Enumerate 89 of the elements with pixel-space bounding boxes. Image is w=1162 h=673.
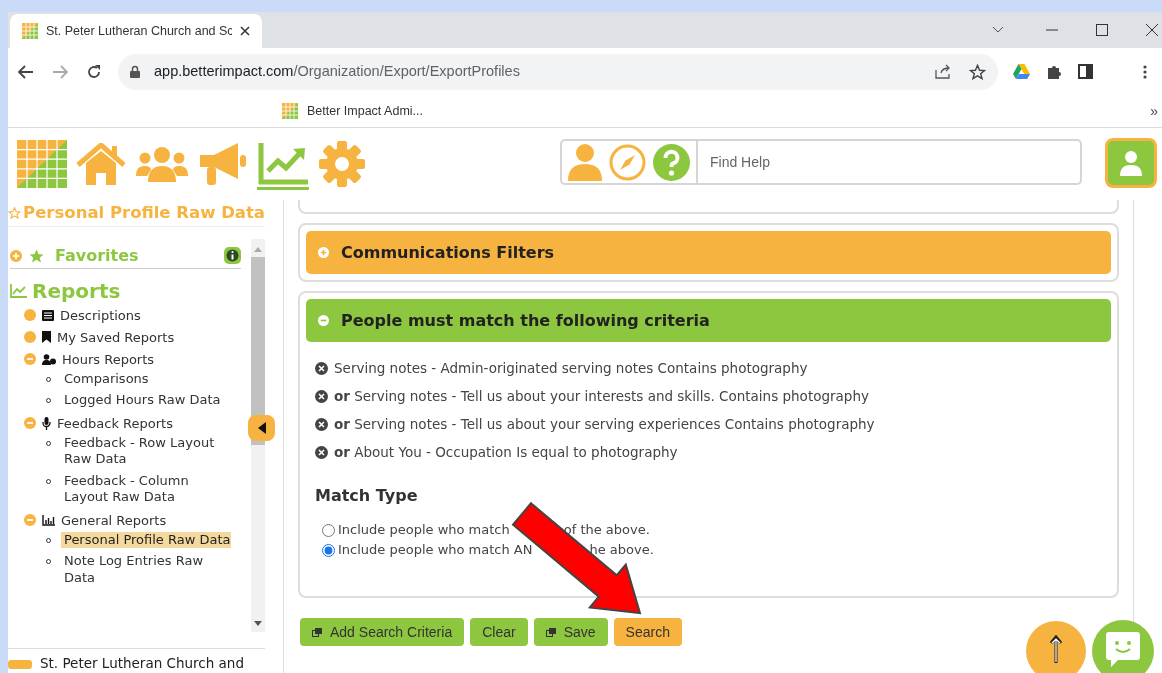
window-icon bbox=[545, 627, 556, 637]
scroll-up-icon[interactable] bbox=[254, 246, 262, 252]
bullet-icon bbox=[24, 331, 36, 344]
criterion-text: or About You - Occupation Is equal to photography bbox=[334, 442, 678, 462]
info-icon[interactable] bbox=[224, 247, 241, 265]
criterion-text: or Serving notes - Tell us about your interests and skills. Contains photography bbox=[334, 386, 869, 406]
remove-icon[interactable] bbox=[315, 361, 328, 375]
microphone-icon bbox=[42, 416, 51, 430]
sidebar-item[interactable]: General Reports bbox=[61, 511, 167, 529]
remove-icon[interactable] bbox=[315, 445, 328, 459]
home-icon bbox=[76, 143, 126, 185]
forward-icon[interactable] bbox=[52, 64, 68, 79]
star-icon[interactable] bbox=[8, 204, 22, 221]
option-label: he above. bbox=[589, 541, 654, 560]
maximize-icon[interactable] bbox=[1096, 24, 1108, 36]
reload-icon[interactable] bbox=[86, 63, 102, 80]
logo-icon bbox=[22, 23, 38, 39]
bookmark[interactable]: Better Impact Admi... bbox=[282, 101, 423, 121]
window-icon bbox=[312, 627, 322, 637]
sidebar-item[interactable]: My Saved Reports bbox=[57, 328, 175, 346]
back-icon[interactable] bbox=[18, 64, 34, 79]
expand-icon bbox=[318, 247, 329, 258]
collapse-icon bbox=[318, 315, 329, 326]
panel-header[interactable]: Communications Filters bbox=[306, 231, 1111, 274]
sidebar-item[interactable]: Comparisons bbox=[61, 370, 231, 388]
puzzle-icon[interactable] bbox=[1046, 63, 1062, 80]
match-type-heading: Match Type bbox=[315, 485, 419, 507]
remove-icon[interactable] bbox=[315, 417, 328, 431]
sidebar-item[interactable]: Personal Profile Raw Data bbox=[61, 531, 231, 549]
bullet-icon bbox=[24, 309, 36, 322]
people-icon bbox=[136, 146, 188, 182]
megaphone-icon bbox=[198, 141, 248, 187]
sidebar-item[interactable]: Feedback - Column Layout Raw Data bbox=[61, 472, 231, 506]
sidebar-item[interactable]: Feedback Reports bbox=[57, 414, 173, 432]
search-field[interactable]: Find Help bbox=[698, 141, 1080, 183]
bar-chart-icon bbox=[42, 514, 55, 526]
share-icon[interactable] bbox=[935, 64, 951, 79]
star-icon[interactable] bbox=[969, 63, 986, 80]
sidebar-item[interactable]: Note Log Entries Raw Data bbox=[61, 553, 231, 587]
criterion-text: or Serving notes - Tell us about your serving experiences Contains photography bbox=[334, 414, 875, 434]
close-icon[interactable] bbox=[240, 26, 250, 36]
close-icon[interactable] bbox=[1146, 24, 1158, 36]
chat-icon bbox=[1106, 632, 1140, 668]
logo-icon bbox=[282, 103, 298, 119]
arrow-up-icon bbox=[1049, 635, 1063, 665]
help-search-bar[interactable]: Find Help bbox=[560, 139, 1082, 185]
sidebar-item[interactable]: Logged Hours Raw Data bbox=[61, 392, 231, 409]
collapse-sidebar-button[interactable] bbox=[248, 415, 275, 441]
scrollbar[interactable] bbox=[251, 238, 265, 632]
caret-left-icon bbox=[257, 422, 266, 434]
action-button[interactable]: Save bbox=[533, 618, 608, 646]
chevron-down-icon[interactable] bbox=[992, 26, 1004, 34]
option-label: Include people who match AN bbox=[338, 541, 533, 560]
person-icon bbox=[1119, 150, 1143, 176]
bookmark-icon bbox=[42, 331, 51, 344]
scroll-down-icon[interactable] bbox=[254, 620, 262, 626]
address-bar[interactable]: app.betterimpact.com/Organization/Export/ExportProfiles bbox=[118, 53, 998, 90]
reports-heading: Reports bbox=[32, 278, 121, 303]
menu-icon[interactable] bbox=[1143, 64, 1147, 79]
panel-header[interactable]: People must match the following criteria bbox=[306, 299, 1111, 342]
chart-line-icon bbox=[10, 283, 27, 298]
logo-icon[interactable] bbox=[17, 140, 67, 188]
list-icon bbox=[42, 309, 54, 321]
chart-icon bbox=[258, 143, 308, 185]
action-button[interactable]: Add Search Criteria bbox=[300, 618, 465, 646]
drive-icon[interactable] bbox=[1013, 64, 1030, 79]
people-icon bbox=[42, 353, 56, 365]
more-bookmarks[interactable]: » bbox=[1150, 100, 1158, 122]
action-button[interactable]: Search bbox=[613, 618, 682, 646]
profile-button[interactable] bbox=[1105, 138, 1157, 188]
chat-button[interactable] bbox=[1092, 620, 1154, 673]
url-text: app.betterimpact.com/Organization/Export/ExportProfiles bbox=[154, 61, 521, 81]
sidebar-item[interactable]: Hours Reports bbox=[62, 350, 155, 368]
page-title: Personal Profile Raw Data bbox=[23, 201, 265, 224]
settings-icon bbox=[318, 140, 366, 188]
lock-icon bbox=[130, 65, 140, 78]
action-button[interactable]: Clear bbox=[470, 618, 528, 646]
remove-icon[interactable] bbox=[315, 389, 328, 403]
side-panel-icon[interactable] bbox=[1078, 64, 1093, 79]
criterion-text: Serving notes - Admin-originated serving notes Contains photography bbox=[334, 358, 808, 378]
option-label: Include people who match bbox=[338, 521, 510, 540]
sidebar-item[interactable]: Descriptions bbox=[60, 306, 141, 324]
help-icon[interactable] bbox=[653, 143, 690, 181]
radio-button[interactable] bbox=[322, 523, 335, 537]
organization-name: St. Peter Lutheran Church and bbox=[40, 653, 244, 673]
sidebar-item[interactable]: Feedback - Row Layout Raw Data bbox=[61, 434, 231, 468]
radio-button[interactable] bbox=[322, 543, 335, 557]
scroll-top-button[interactable] bbox=[1026, 621, 1086, 673]
star-icon bbox=[28, 247, 45, 264]
